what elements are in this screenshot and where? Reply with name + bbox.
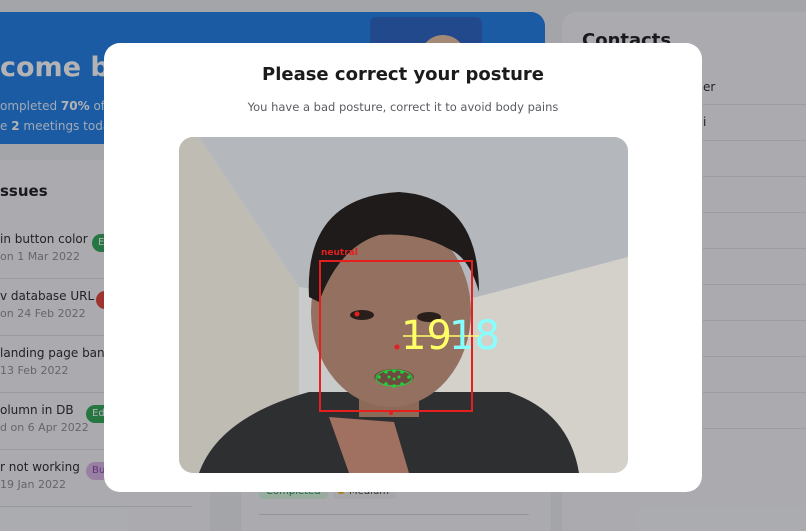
overlay-number: 18	[449, 313, 500, 359]
camera-feed: neutral 19 18	[179, 137, 628, 473]
overlay-number: 19	[401, 313, 452, 359]
modal-subtitle: You have a bad posture, correct it to av…	[247, 100, 559, 114]
posture-modal: Please correct your posture You have a b…	[104, 43, 702, 492]
emotion-label: neutral	[321, 248, 358, 258]
modal-title: Please correct your posture	[262, 64, 544, 85]
